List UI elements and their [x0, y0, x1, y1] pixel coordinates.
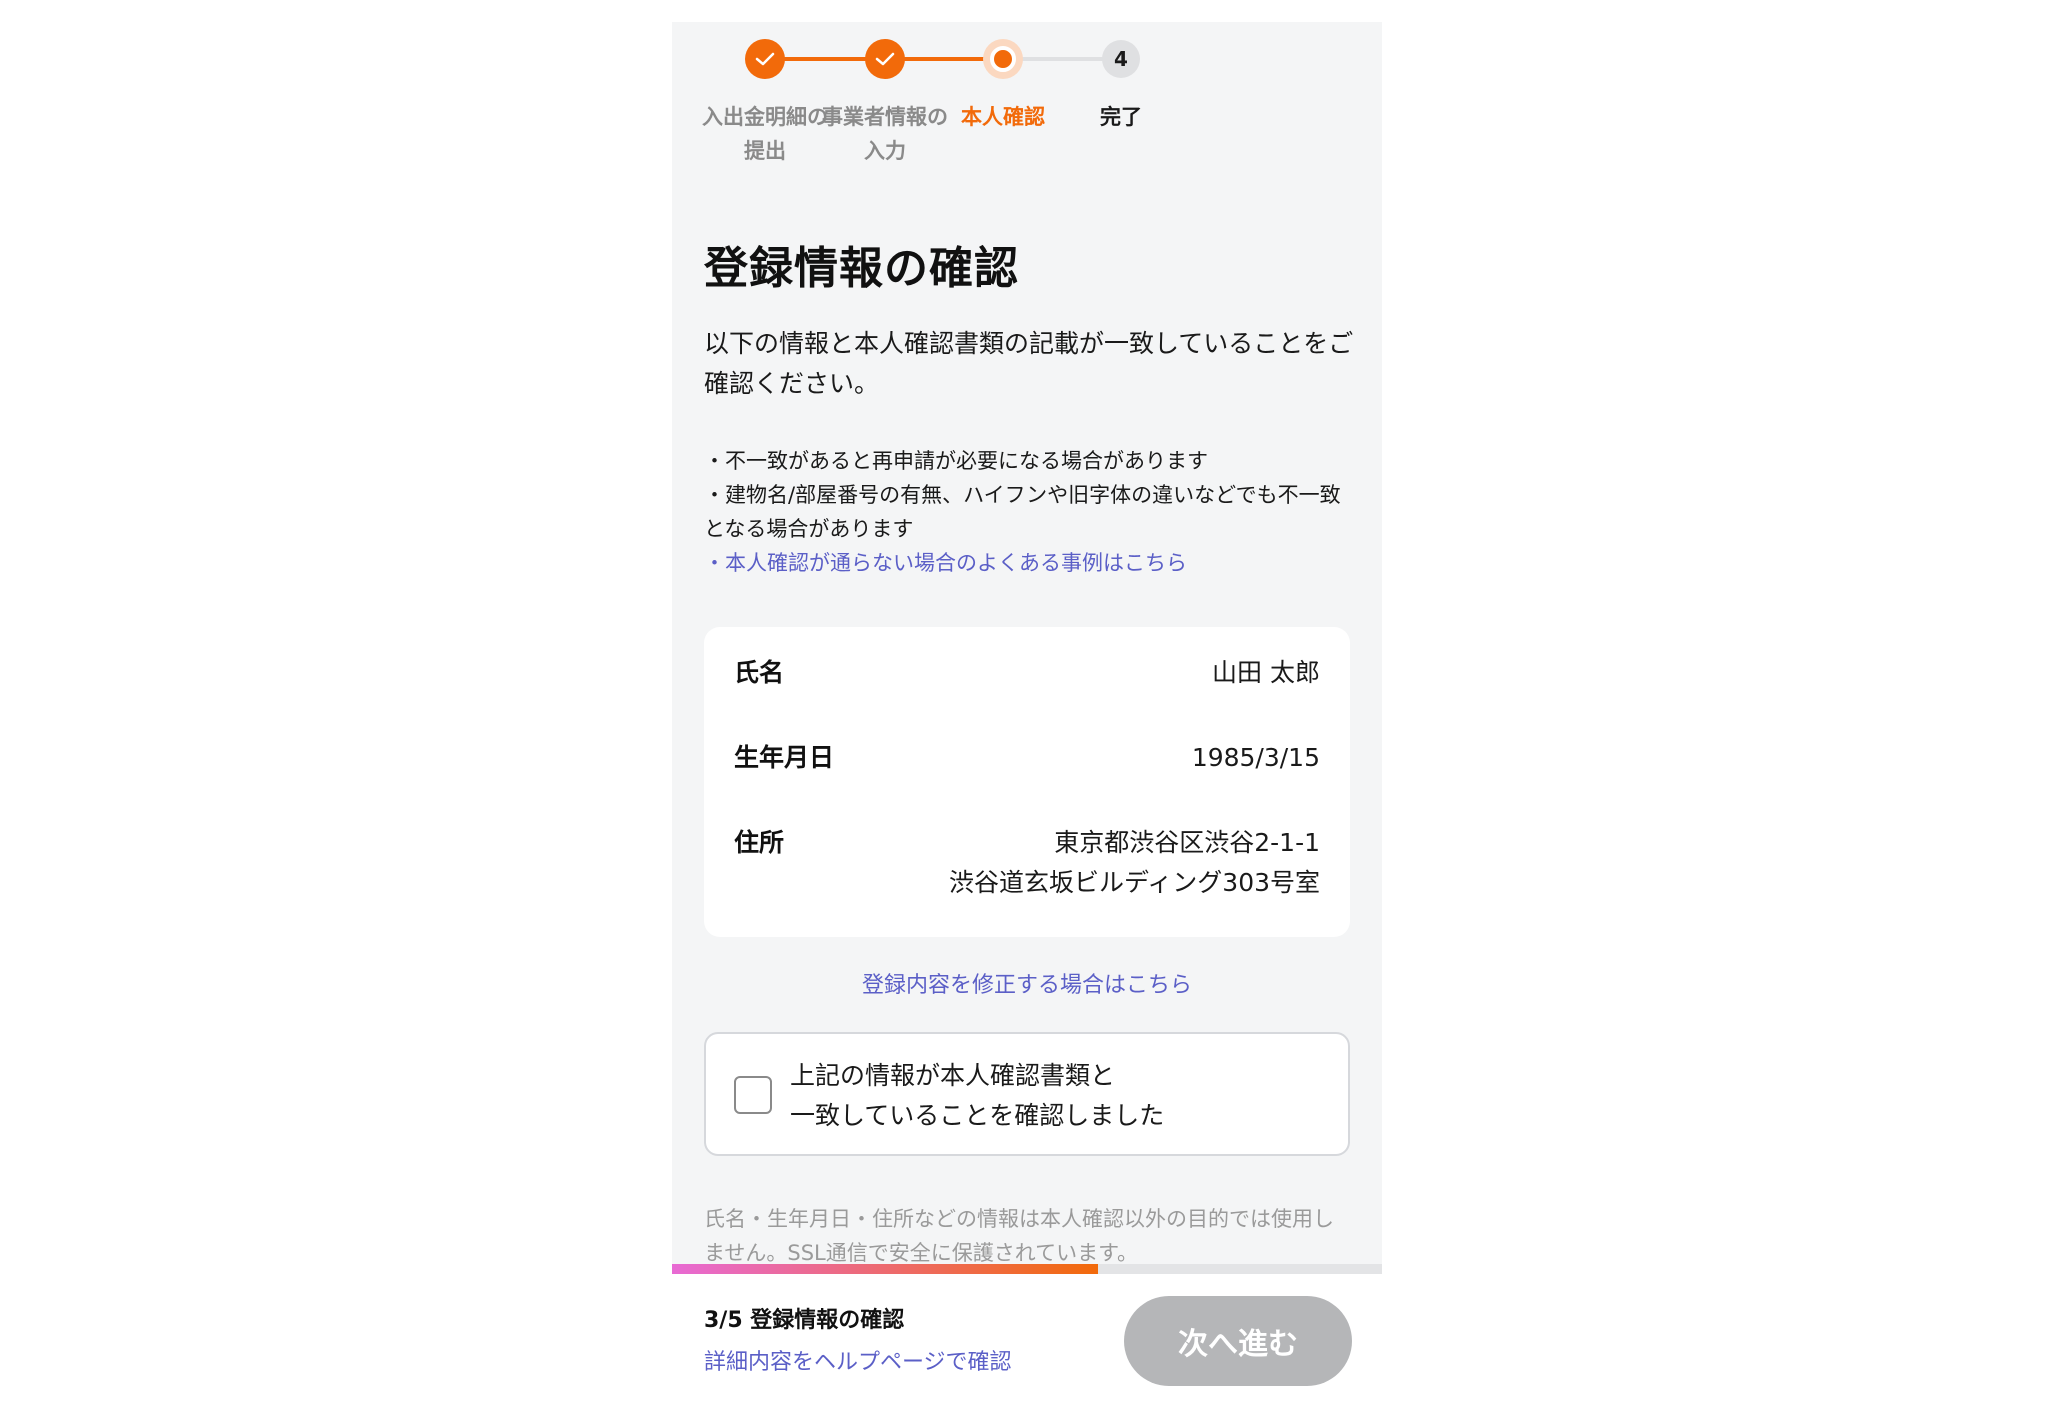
edit-registration-link[interactable]: 登録内容を修正する場合はこちら: [672, 968, 1382, 1004]
birthdate-value: 1985/3/15: [1191, 743, 1320, 772]
name-label: 氏名: [734, 658, 785, 687]
step-2-check-icon: [865, 39, 905, 79]
next-button[interactable]: 次へ進む: [1124, 1296, 1352, 1386]
info-row-birthdate: 生年月日 1985/3/15: [734, 738, 1320, 778]
address-label: 住所: [734, 828, 785, 857]
common-cases-link[interactable]: ・本人確認が通らない場合のよくある事例はこちら: [704, 546, 1354, 580]
name-value: 山田 太郎: [1212, 658, 1320, 687]
confirm-checkbox[interactable]: [734, 1076, 772, 1114]
privacy-notice: 氏名・生年月日・住所などの情報は本人確認以外の目的では使用しません。SSL通信で…: [704, 1207, 1334, 1264]
step-count: 3/5 登録情報の確認: [704, 1308, 905, 1333]
page-title: 登録情報の確認: [704, 243, 1019, 294]
info-row-address: 住所 東京都渋谷区渋谷2-1-1 渋谷道玄坂ビルディング303号室: [734, 823, 1320, 903]
step-4-number: 4: [1102, 40, 1140, 78]
birthdate-label: 生年月日: [734, 743, 835, 772]
step-1-check-icon: [745, 39, 785, 79]
note-item: ・不一致があると再申請が必要になる場合があります: [704, 449, 1208, 473]
note-item: ・建物名/部屋番号の有無、ハイフンや旧字体の違いなどでも不一致となる場合がありま…: [704, 483, 1341, 541]
notes-list: ・不一致があると再申請が必要になる場合があります ・建物名/部屋番号の有無、ハイ…: [704, 444, 1354, 580]
intro-text: 以下の情報と本人確認書類の記載が一致していることをご確認ください。: [704, 329, 1354, 398]
progress-stepper: 4 入出金明細の 提出 事業者情報の 入力 本人確認 完了: [672, 22, 1382, 192]
confirm-label: 上記の情報が本人確認書類と 一致していることを確認しました: [790, 1061, 1165, 1130]
flow-progress-bar: [672, 1264, 1382, 1274]
info-row-name: 氏名 山田 太郎: [734, 653, 1320, 693]
address-value: 東京都渋谷区渋谷2-1-1 渋谷道玄坂ビルディング303号室: [949, 828, 1320, 897]
help-page-link[interactable]: 詳細内容をヘルプページで確認: [704, 1346, 1012, 1380]
bottom-action-bar: 3/5 登録情報の確認 詳細内容をヘルプページで確認 次へ進む: [672, 1274, 1382, 1394]
step-3-current-indicator: [983, 39, 1023, 79]
flow-progress-fill: [672, 1264, 1098, 1274]
confirm-checkbox-row[interactable]: 上記の情報が本人確認書類と 一致していることを確認しました: [704, 1032, 1350, 1156]
registration-info-card: 氏名 山田 太郎 生年月日 1985/3/15 住所 東京都渋谷区渋谷2-1-1…: [704, 627, 1350, 937]
phone-screen: 4 入出金明細の 提出 事業者情報の 入力 本人確認 完了 登録情報の確認 以下…: [672, 22, 1382, 1264]
step-4-label: 完了: [1100, 105, 1142, 129]
